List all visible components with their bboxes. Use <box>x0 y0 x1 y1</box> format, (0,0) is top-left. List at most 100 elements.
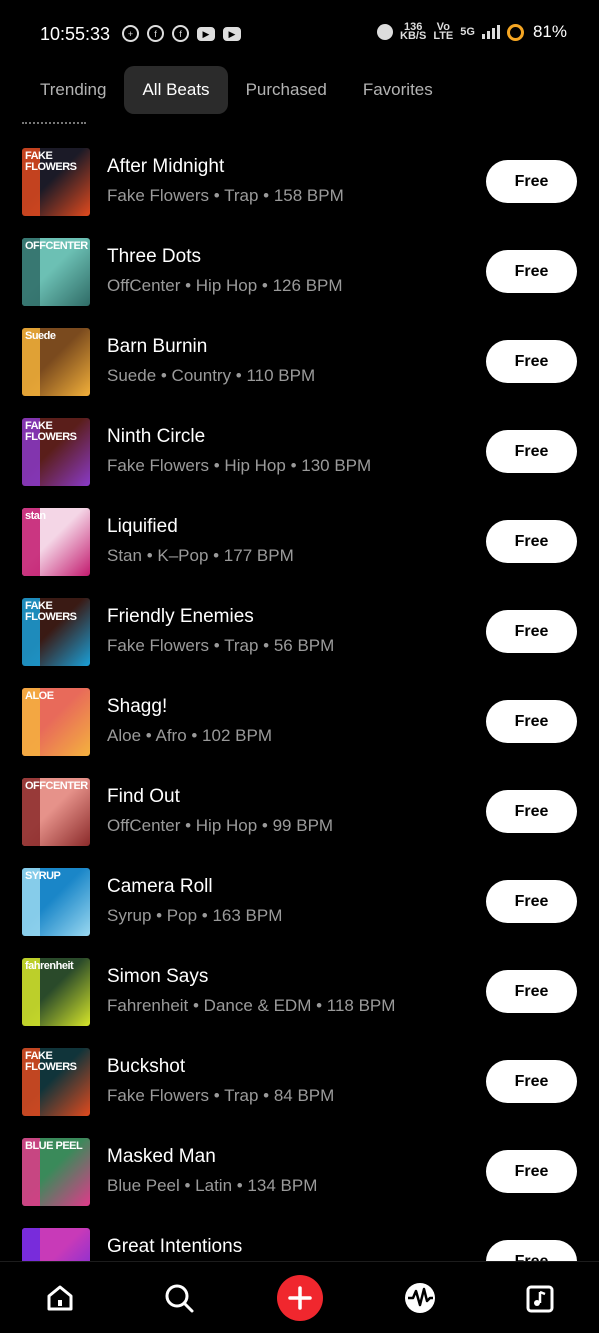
cover-art: BLUE PEEL <box>22 1138 90 1206</box>
beat-title: Barn Burnin <box>107 336 208 357</box>
cover-art: stan <box>22 508 90 576</box>
cover-art-text: FAKE FLOWERS <box>25 420 77 443</box>
free-button[interactable]: Free <box>486 610 577 653</box>
beat-meta: Fake Flowers • Trap • 84 BPM <box>107 1086 335 1105</box>
network-type: 5G <box>460 25 475 38</box>
tab-all-beats[interactable]: All Beats <box>124 66 228 114</box>
cover-art: FAKE FLOWERS <box>22 148 90 216</box>
system-indicators: 136 KB/S Vo LTE 5G 81% <box>377 22 567 42</box>
notification-icons: + f f ▶ ▶ <box>122 25 241 42</box>
cover-art-text: OFFCENTER <box>25 780 88 792</box>
beat-row[interactable]: FAKE FLOWERS Ninth Circle Fake Flowers • H… <box>0 418 599 508</box>
add-button[interactable] <box>277 1275 323 1321</box>
free-button[interactable]: Free <box>486 700 577 743</box>
beat-meta: Syrup • Pop • 163 BPM <box>107 906 283 925</box>
cover-art-text: fahrenheit <box>25 960 74 972</box>
nav-home[interactable] <box>38 1276 82 1320</box>
free-button[interactable]: Free <box>486 160 577 203</box>
cover-art-text: BLUE PEEL <box>25 1140 83 1152</box>
tab-trending[interactable]: Trending <box>22 66 124 114</box>
beat-row[interactable]: OFFCENTER Find Out OffCenter • Hip Hop • 9… <box>0 778 599 868</box>
free-button[interactable]: Free <box>486 520 577 563</box>
cover-art-text: FAKE FLOWERS <box>25 150 77 173</box>
waveform-icon <box>405 1283 435 1313</box>
free-button[interactable]: Free <box>486 1060 577 1103</box>
beat-row[interactable]: Great Intentions Free <box>0 1228 599 1261</box>
cover-art-text: stan <box>25 510 46 522</box>
bottom-nav <box>0 1261 599 1333</box>
beat-title: Ninth Circle <box>107 426 206 447</box>
cover-art-text: Suede <box>25 330 56 342</box>
beat-row[interactable]: FAKE FLOWERS Buckshot Fake Flowers • Trap … <box>0 1048 599 1138</box>
signal-icon <box>481 25 500 39</box>
beat-tabs: Trending All Beats Purchased Favorites <box>22 66 451 114</box>
cover-art: OFFCENTER <box>22 778 90 846</box>
volte-indicator: Vo LTE <box>433 21 454 42</box>
beat-meta: Fake Flowers • Hip Hop • 130 BPM <box>107 456 372 475</box>
beat-title: Masked Man <box>107 1146 216 1167</box>
beat-row[interactable]: FAKE FLOWERS After Midnight Fake Flowers •… <box>0 148 599 238</box>
cover-art: FAKE FLOWERS <box>22 418 90 486</box>
beat-meta: Fake Flowers • Trap • 158 BPM <box>107 186 344 205</box>
free-button[interactable]: Free <box>486 340 577 383</box>
add-icon <box>288 1286 312 1310</box>
home-icon <box>47 1285 73 1311</box>
free-button[interactable]: Free <box>486 1240 577 1261</box>
cover-art: fahrenheit <box>22 958 90 1026</box>
beat-meta: Suede • Country • 110 BPM <box>107 366 316 385</box>
nav-studio[interactable] <box>398 1276 442 1320</box>
youtube-icon: ▶ <box>197 27 215 41</box>
beats-list[interactable]: FAKE FLOWERS After Midnight Fake Flowers •… <box>0 118 599 1261</box>
free-button[interactable]: Free <box>486 790 577 833</box>
net-speed: 136 KB/S <box>400 21 427 42</box>
free-button[interactable]: Free <box>486 970 577 1013</box>
cover-art: OFFCENTER <box>22 238 90 306</box>
beat-title: Three Dots <box>107 246 201 267</box>
cover-art-text: OFFCENTER <box>25 240 88 252</box>
beat-row[interactable]: SYRUP Camera Roll Syrup • Pop • 163 BPM Fre… <box>0 868 599 958</box>
nav-library[interactable] <box>518 1276 562 1320</box>
beat-row[interactable]: OFFCENTER Three Dots OffCenter • Hip Hop •… <box>0 238 599 328</box>
beat-title: Great Intentions <box>107 1236 243 1257</box>
alarm-icon <box>377 24 394 40</box>
beat-title: Camera Roll <box>107 876 213 897</box>
beat-meta: Fake Flowers • Trap • 56 BPM <box>107 636 335 655</box>
beat-title: Liquified <box>107 516 178 537</box>
free-button[interactable]: Free <box>486 430 577 473</box>
beat-title: Buckshot <box>107 1056 186 1077</box>
free-button[interactable]: Free <box>486 1150 577 1193</box>
beat-row[interactable]: fahrenheit Simon Says Fahrenheit • Dance &… <box>0 958 599 1048</box>
cover-art: Suede <box>22 328 90 396</box>
cover-art: ALOE <box>22 688 90 756</box>
beat-row[interactable]: stan Liquified Stan • K–Pop • 177 BPM Free <box>0 508 599 598</box>
search-icon <box>165 1284 194 1313</box>
cover-art-text: FAKE FLOWERS <box>25 600 77 623</box>
beat-meta: Blue Peel • Latin • 134 BPM <box>107 1176 318 1195</box>
nav-search[interactable] <box>157 1276 201 1320</box>
beat-title: After Midnight <box>107 156 225 177</box>
youtube-icon: ▶ <box>223 27 241 41</box>
battery-icon <box>506 23 524 41</box>
tab-purchased[interactable]: Purchased <box>228 66 345 114</box>
free-button[interactable]: Free <box>486 880 577 923</box>
free-button[interactable]: Free <box>486 250 577 293</box>
beat-title: Find Out <box>107 786 180 807</box>
battery-percent: 81% <box>532 22 567 41</box>
cover-art-text: ALOE <box>25 690 54 702</box>
beat-row[interactable]: FAKE FLOWERS Friendly Enemies Fake Flowers… <box>0 598 599 688</box>
cover-art <box>22 1228 90 1261</box>
beat-meta: Stan • K–Pop • 177 BPM <box>107 546 294 565</box>
beat-meta: Fahrenheit • Dance & EDM • 118 BPM <box>107 996 396 1015</box>
tab-favorites[interactable]: Favorites <box>345 66 451 114</box>
beat-row[interactable]: BLUE PEEL Masked Man Blue Peel • Latin • 1… <box>0 1138 599 1228</box>
facebook-icon: f <box>147 25 164 42</box>
cover-art-text: FAKE FLOWERS <box>25 1050 77 1073</box>
beat-title: Shagg! <box>107 696 168 717</box>
cover-art: FAKE FLOWERS <box>22 598 90 666</box>
cover-art: SYRUP <box>22 868 90 936</box>
cover-art: FAKE FLOWERS <box>22 1048 90 1116</box>
beat-title: Friendly Enemies <box>107 606 254 627</box>
beat-row[interactable]: ALOE Shagg! Aloe • Afro • 102 BPM Free <box>0 688 599 778</box>
beat-row[interactable]: Suede Barn Burnin Suede • Country • 110 BP… <box>0 328 599 418</box>
previous-item-stub <box>22 118 86 128</box>
